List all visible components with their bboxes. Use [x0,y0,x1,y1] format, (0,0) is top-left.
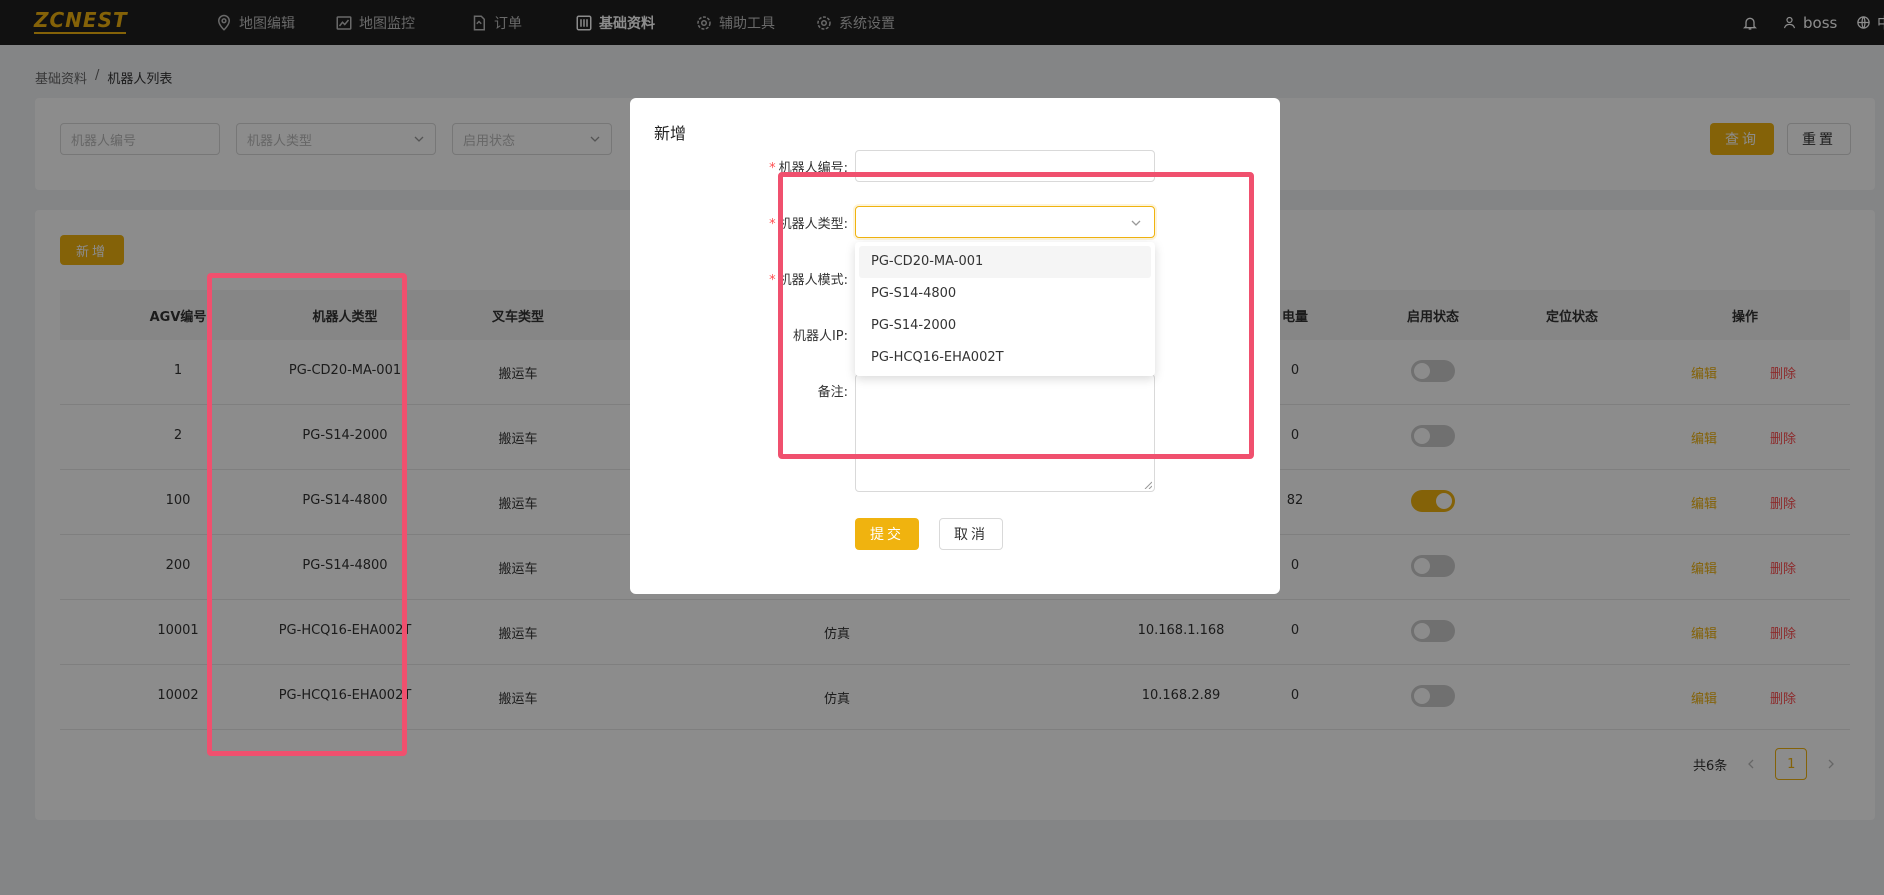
submit-button[interactable]: 提交 [855,518,919,550]
highlight-box-type-dropdown [778,172,1254,459]
highlight-box-robot-type-column [207,273,407,756]
modal-title: 新增 [654,124,687,143]
cancel-button[interactable]: 取消 [939,518,1003,550]
resize-handle-icon[interactable] [1144,481,1152,489]
